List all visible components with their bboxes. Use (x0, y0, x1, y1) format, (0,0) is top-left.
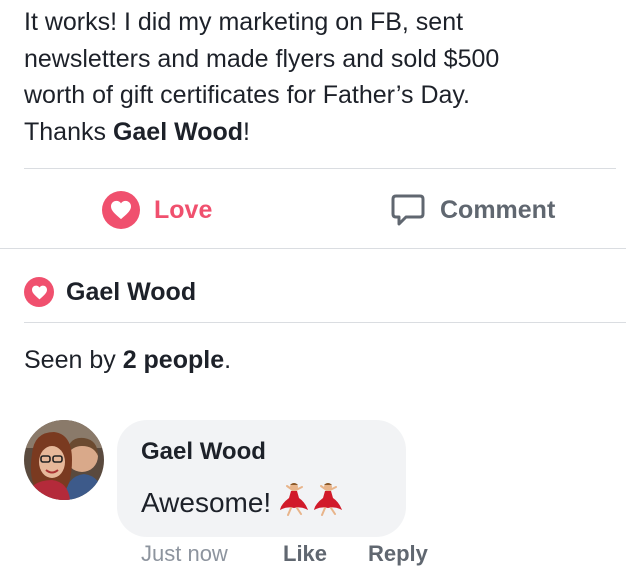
comment-label: Comment (440, 195, 556, 224)
seen-count-link[interactable]: 2 people (123, 346, 224, 374)
reactor-name[interactable]: Gael Wood (66, 278, 196, 307)
post-line: newsletters and made flyers and sold $50… (24, 44, 500, 73)
comment-body: Awesome! (141, 482, 343, 523)
reactors-row[interactable]: Gael Wood (24, 274, 196, 310)
post-thanks-text: Thanks (24, 117, 113, 146)
seen-prefix: Seen by (24, 346, 123, 374)
divider-bottom (24, 322, 626, 323)
comment-like-button[interactable]: Like (283, 541, 327, 567)
post-line: It works! I did my marketing on FB, sent (24, 8, 464, 36)
avatar[interactable] (24, 420, 104, 500)
tagged-person-link[interactable]: Gael Wood (113, 118, 243, 146)
divider-top (24, 168, 616, 169)
heart-icon (102, 191, 140, 229)
comment-author[interactable]: Gael Wood (141, 438, 266, 466)
post-text: It works! I did my marketing on FB, sent… (24, 4, 614, 150)
seen-suffix: . (224, 346, 232, 374)
dancer-icon (313, 482, 343, 523)
comment-reply-button[interactable]: Reply (368, 541, 428, 567)
divider-middle (0, 248, 626, 249)
post-exclamation: ! (243, 117, 250, 146)
love-label: Love (154, 195, 213, 224)
post-line: Thanks Gael Wood! (24, 114, 614, 151)
heart-icon (24, 277, 54, 307)
post-line: worth of gift certificates for Father’s … (24, 81, 470, 109)
comment-timestamp: Just now (141, 541, 228, 566)
comment-bubble: Gael Wood Awesome! (117, 420, 406, 537)
comment-button[interactable]: Comment (390, 190, 555, 230)
comment-icon (390, 193, 426, 227)
seen-by-text: Seen by 2 people. (24, 346, 231, 375)
dancer-icon (279, 482, 309, 523)
love-button[interactable]: Love (102, 190, 212, 230)
comment-text: Awesome! (141, 486, 272, 518)
